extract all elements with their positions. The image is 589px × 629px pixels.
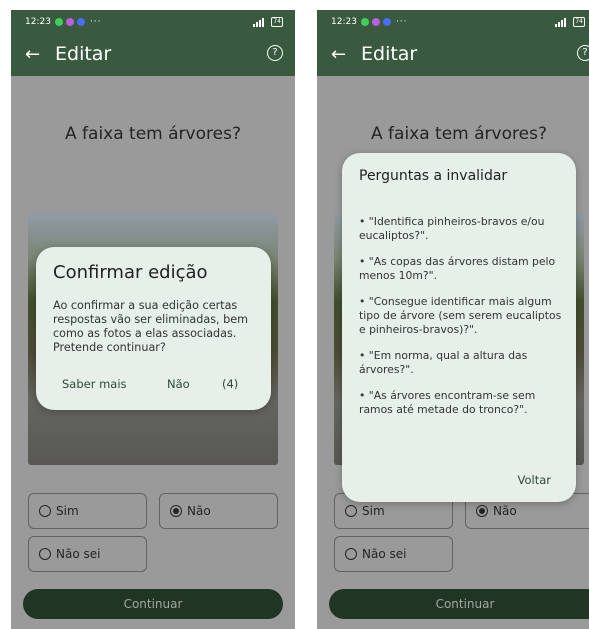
back-button[interactable]: Voltar — [518, 473, 552, 487]
back-arrow-icon[interactable]: ← — [25, 44, 40, 65]
help-icon[interactable]: ? — [577, 45, 589, 61]
dialog-body: Ao confirmar a sua edição certas respost… — [53, 299, 249, 354]
messenger-icon — [371, 18, 380, 26]
invalidate-questions-dialog: Perguntas a invalidar • "Identifica pinh… — [342, 153, 576, 502]
app-bar: ← Editar ? — [11, 34, 295, 76]
confirm-edit-dialog: Confirmar edição Ao confirmar a sua ediç… — [36, 247, 271, 410]
app-notification-icon — [382, 18, 391, 26]
list-item: • "As copas das árvores distam pelo meno… — [359, 255, 556, 282]
list-item: • "Em norma, qual a altura das árvores?"… — [359, 349, 528, 376]
back-arrow-icon[interactable]: ← — [331, 44, 346, 65]
whatsapp-icon — [360, 18, 369, 26]
dialog-title: Confirmar edição — [53, 262, 208, 283]
page-title: Editar — [361, 43, 418, 65]
signal-icon — [253, 17, 267, 27]
phone-screen-confirm: 12:23 ··· 74 ← Editar ? A faixa tem árvo… — [11, 10, 295, 629]
battery-icon: 74 — [271, 17, 283, 27]
help-icon[interactable]: ? — [267, 45, 283, 61]
status-time: 12:23 — [25, 17, 51, 27]
no-button[interactable]: Não — [167, 377, 190, 391]
messenger-icon — [65, 18, 74, 26]
confirm-countdown-button[interactable]: (4) — [222, 377, 238, 391]
list-item: • "Identifica pinheiros-bravos e/ou euca… — [359, 215, 545, 242]
signal-icon — [555, 17, 569, 27]
battery-icon: 74 — [573, 17, 585, 27]
phone-screen-invalidate: 12:23 ··· 74 ← Editar ? A faixa tem árvo… — [317, 10, 589, 629]
whatsapp-icon — [54, 18, 63, 26]
list-item: • "As árvores encontram-se sem ramos até… — [359, 389, 536, 416]
invalidated-questions-list: • "Identifica pinheiros-bravos e/ou euca… — [359, 215, 564, 429]
status-bar: 12:23 ··· 74 — [317, 10, 589, 34]
dialog-title: Perguntas a invalidar — [359, 168, 508, 184]
more-notifications-icon: ··· — [395, 17, 408, 27]
list-item: • "Consegue identificar mais algum tipo … — [359, 295, 562, 336]
status-time: 12:23 — [331, 17, 357, 27]
app-notification-icon — [76, 18, 85, 26]
more-notifications-icon: ··· — [89, 17, 102, 27]
status-bar: 12:23 ··· 74 — [11, 10, 295, 34]
learn-more-button[interactable]: Saber mais — [62, 377, 127, 391]
app-bar: ← Editar ? — [317, 34, 589, 76]
page-title: Editar — [55, 43, 112, 65]
